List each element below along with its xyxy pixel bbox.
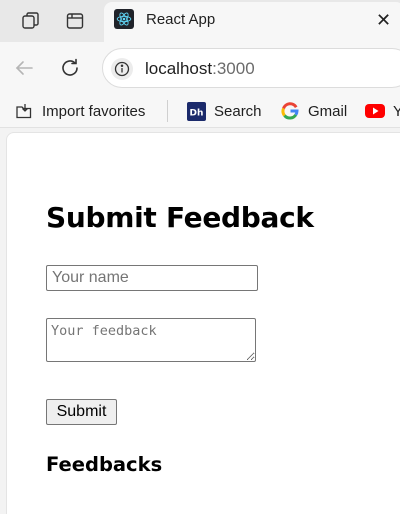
bookmark-youtube[interactable]: Y (365, 100, 400, 122)
page-viewport: Submit Feedback Submit Feedbacks (6, 132, 400, 514)
url-host: localhost (145, 59, 213, 78)
submit-button[interactable]: Submit (46, 399, 117, 425)
react-logo-icon (114, 9, 134, 29)
feedback-textarea[interactable] (46, 318, 256, 362)
search-favicon: Dh (186, 101, 206, 121)
close-tab-icon[interactable]: ✕ (376, 10, 391, 30)
bookmark-import-favorites[interactable]: Import favorites (14, 100, 145, 122)
page-title: Submit Feedback (46, 201, 314, 234)
bookmark-label: Gmail (308, 102, 348, 120)
url-port: :3000 (212, 59, 255, 78)
svg-text:Dh: Dh (189, 108, 203, 118)
tab-title: React App (146, 11, 216, 28)
tab-strip: React App ✕ (0, 0, 400, 42)
feedbacks-heading: Feedbacks (46, 453, 163, 476)
bookmark-label: Import favorites (42, 102, 146, 120)
bookmark-gmail[interactable]: Gmail (280, 100, 347, 122)
address-bar[interactable]: localhost:3000 (102, 48, 400, 88)
back-arrow-icon[interactable] (10, 54, 38, 82)
bookmarks-divider (167, 100, 168, 122)
bookmarks-bar: Import favorites Dh Search Gmail Y (0, 94, 400, 128)
import-favorites-icon (14, 101, 34, 121)
bookmark-search[interactable]: Dh Search (186, 100, 262, 122)
youtube-icon (365, 101, 385, 121)
bookmark-label: Y (393, 102, 400, 120)
bookmark-label: Search (214, 102, 262, 120)
active-tab[interactable]: React App ✕ (104, 2, 400, 42)
reload-icon[interactable] (56, 54, 84, 82)
google-icon (280, 101, 300, 121)
url-text[interactable]: localhost:3000 (145, 59, 255, 79)
browser-toolbar: localhost:3000 (0, 42, 400, 94)
tab-actions-icon[interactable] (62, 8, 88, 34)
site-info-icon[interactable] (111, 58, 133, 80)
workspaces-icon[interactable] (18, 8, 44, 34)
name-input[interactable] (46, 265, 258, 291)
